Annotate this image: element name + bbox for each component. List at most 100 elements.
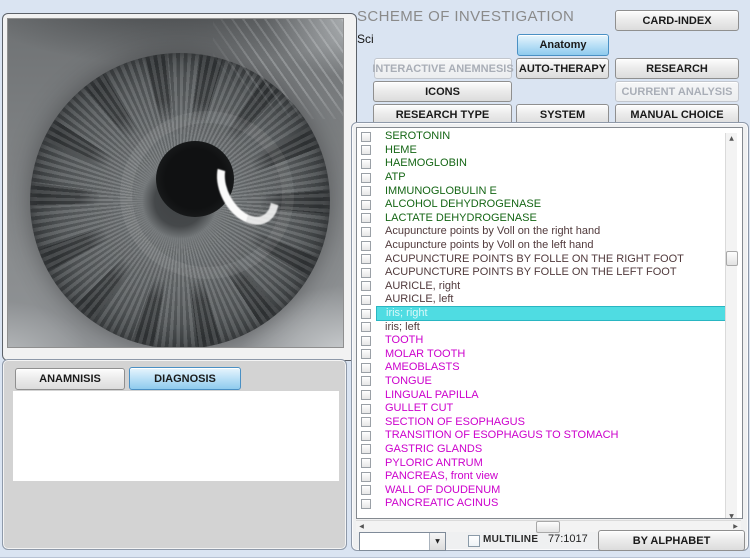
item-checkbox[interactable] (361, 458, 371, 468)
combobox-value (360, 533, 429, 550)
list-item[interactable]: Acupuncture points by Voll on the right … (357, 225, 730, 239)
list-item[interactable]: HAEMOGLOBIN (357, 157, 730, 171)
item-checkbox[interactable] (361, 404, 371, 414)
item-checkbox[interactable] (361, 227, 371, 237)
item-checkbox[interactable] (361, 322, 371, 332)
list-item[interactable]: SEROTONIN (357, 130, 730, 144)
list-item[interactable]: PANCREATIC ACINUS (357, 497, 730, 511)
item-checkbox[interactable] (361, 268, 371, 278)
item-checkbox[interactable] (361, 349, 371, 359)
list-item[interactable]: SECTION OF ESOPHAGUS (357, 415, 730, 429)
item-label-wrap: TOOTH (376, 334, 730, 348)
list-item[interactable]: ATP (357, 171, 730, 185)
item-checkbox[interactable] (361, 363, 371, 373)
filter-combobox[interactable]: ▼ (359, 532, 446, 551)
item-checkbox[interactable] (361, 295, 371, 305)
scroll-down-icon[interactable]: ▼ (726, 511, 737, 519)
scroll-left-icon[interactable]: ◀ (356, 521, 367, 532)
list-item[interactable]: TOOTH (357, 334, 730, 348)
list-item[interactable]: LACTATE DEHYDROGENASE (357, 212, 730, 226)
item-label: AURICLE, right (385, 280, 460, 293)
list-item[interactable]: HEME (357, 144, 730, 158)
list-item[interactable]: TRANSITION OF ESOPHAGUS TO STOMACH (357, 429, 730, 443)
list-item[interactable]: LINGUAL PAPILLA (357, 388, 730, 402)
scroll-up-icon[interactable]: ▲ (726, 133, 737, 143)
list-item[interactable]: Acupuncture points by Voll on the left h… (357, 239, 730, 253)
list-item[interactable]: iris; left (357, 320, 730, 334)
horizontal-scrollbar-thumb[interactable] (536, 521, 560, 533)
item-label: HEME (385, 144, 417, 157)
list-item[interactable]: GASTRIC GLANDS (357, 443, 730, 457)
list-item[interactable]: PYLORIC ANTRUM (357, 456, 730, 470)
item-label-wrap: TRANSITION OF ESOPHAGUS TO STOMACH (376, 429, 730, 443)
item-checkbox[interactable] (361, 173, 371, 183)
list-item[interactable]: ACUPUNCTURE POINTS BY FOLLE ON THE RIGHT… (357, 252, 730, 266)
vertical-scrollbar-thumb[interactable] (726, 251, 738, 266)
card-index-button[interactable]: CARD-INDEX (615, 10, 739, 31)
item-checkbox[interactable] (361, 485, 371, 495)
item-checkbox[interactable] (361, 499, 371, 509)
iris-viewer-panel (2, 13, 357, 361)
item-label: TRANSITION OF ESOPHAGUS TO STOMACH (385, 429, 618, 442)
item-checkbox[interactable] (361, 159, 371, 169)
item-checkbox[interactable] (361, 390, 371, 400)
list-item[interactable]: GULLET CUT (357, 402, 730, 416)
item-checkbox[interactable] (361, 186, 371, 196)
diagnosis-text-area[interactable] (13, 391, 339, 481)
item-checkbox[interactable] (361, 213, 371, 223)
item-label: IMMUNOGLOBULIN E (385, 185, 497, 198)
diagnosis-tab-button[interactable]: DIAGNOSIS (129, 367, 241, 390)
notes-panel: ANAMNISIS DIAGNOSIS (2, 359, 347, 550)
item-label-wrap: GULLET CUT (376, 402, 730, 416)
item-label: SECTION OF ESOPHAGUS (385, 416, 525, 429)
item-label-wrap: SECTION OF ESOPHAGUS (376, 415, 730, 429)
list-item[interactable]: ALCOHOL DEHYDROGENASE (357, 198, 730, 212)
list-item[interactable]: PANCREAS, front view (357, 470, 730, 484)
multiline-label: MULTILINE (483, 534, 538, 545)
item-checkbox[interactable] (361, 145, 371, 155)
list-item[interactable]: WALL OF DOUDENUM (357, 483, 730, 497)
item-checkbox[interactable] (361, 417, 371, 427)
anamnisis-tab-button[interactable]: ANAMNISIS (15, 368, 125, 390)
item-checkbox[interactable] (361, 472, 371, 482)
chevron-down-icon[interactable]: ▼ (429, 533, 445, 550)
list-item[interactable]: MOLAR TOOTH (357, 348, 730, 362)
multiline-checkbox[interactable] (468, 535, 480, 547)
item-label-wrap: AURICLE, right (376, 280, 730, 294)
icons-button[interactable]: ICONS (373, 81, 512, 102)
list-item[interactable]: TONGUE (357, 375, 730, 389)
item-checkbox[interactable] (361, 241, 371, 251)
anatomy-button[interactable]: Anatomy (517, 34, 609, 56)
iris-photo[interactable] (7, 18, 344, 348)
list-item[interactable]: AMEOBLASTS (357, 361, 730, 375)
item-counter: 77:1017 (548, 533, 588, 545)
item-label: LACTATE DEHYDROGENASE (385, 212, 537, 225)
list-item[interactable]: IMMUNOGLOBULIN E (357, 184, 730, 198)
item-label: ATP (385, 171, 406, 184)
item-checkbox[interactable] (361, 444, 371, 454)
list-item[interactable]: ACUPUNCTURE POINTS BY FOLLE ON THE LEFT … (357, 266, 730, 280)
by-alphabet-button[interactable]: BY ALPHABET (598, 530, 745, 551)
item-checkbox[interactable] (361, 336, 371, 346)
item-label-wrap: Acupuncture points by Voll on the left h… (376, 239, 730, 253)
item-checkbox[interactable] (361, 254, 371, 264)
investigation-listbox: SEROTONINHEMEHAEMOGLOBINATPIMMUNOGLOBULI… (356, 127, 743, 519)
list-item[interactable]: AURICLE, right (357, 280, 730, 294)
investigation-list: SEROTONINHEMEHAEMOGLOBINATPIMMUNOGLOBULI… (357, 130, 730, 511)
item-checkbox[interactable] (361, 376, 371, 386)
item-checkbox[interactable] (361, 281, 371, 291)
item-checkbox[interactable] (361, 309, 371, 319)
item-label: TOOTH (385, 334, 423, 347)
item-checkbox[interactable] (361, 132, 371, 142)
page-title: SCHEME OF INVESTIGATION (357, 8, 574, 25)
list-item[interactable]: iris; right (357, 307, 730, 321)
vertical-scrollbar[interactable]: ▲ ▼ (725, 133, 737, 519)
item-label-wrap: AMEOBLASTS (376, 361, 730, 375)
item-label-wrap: iris; right (376, 306, 730, 322)
research-button[interactable]: RESEARCH (615, 58, 739, 79)
item-checkbox[interactable] (361, 431, 371, 441)
list-item[interactable]: AURICLE, left (357, 293, 730, 307)
auto-therapy-button[interactable]: AUTO-THERAPY (516, 58, 609, 79)
item-label-wrap: Acupuncture points by Voll on the right … (376, 225, 730, 239)
item-checkbox[interactable] (361, 200, 371, 210)
